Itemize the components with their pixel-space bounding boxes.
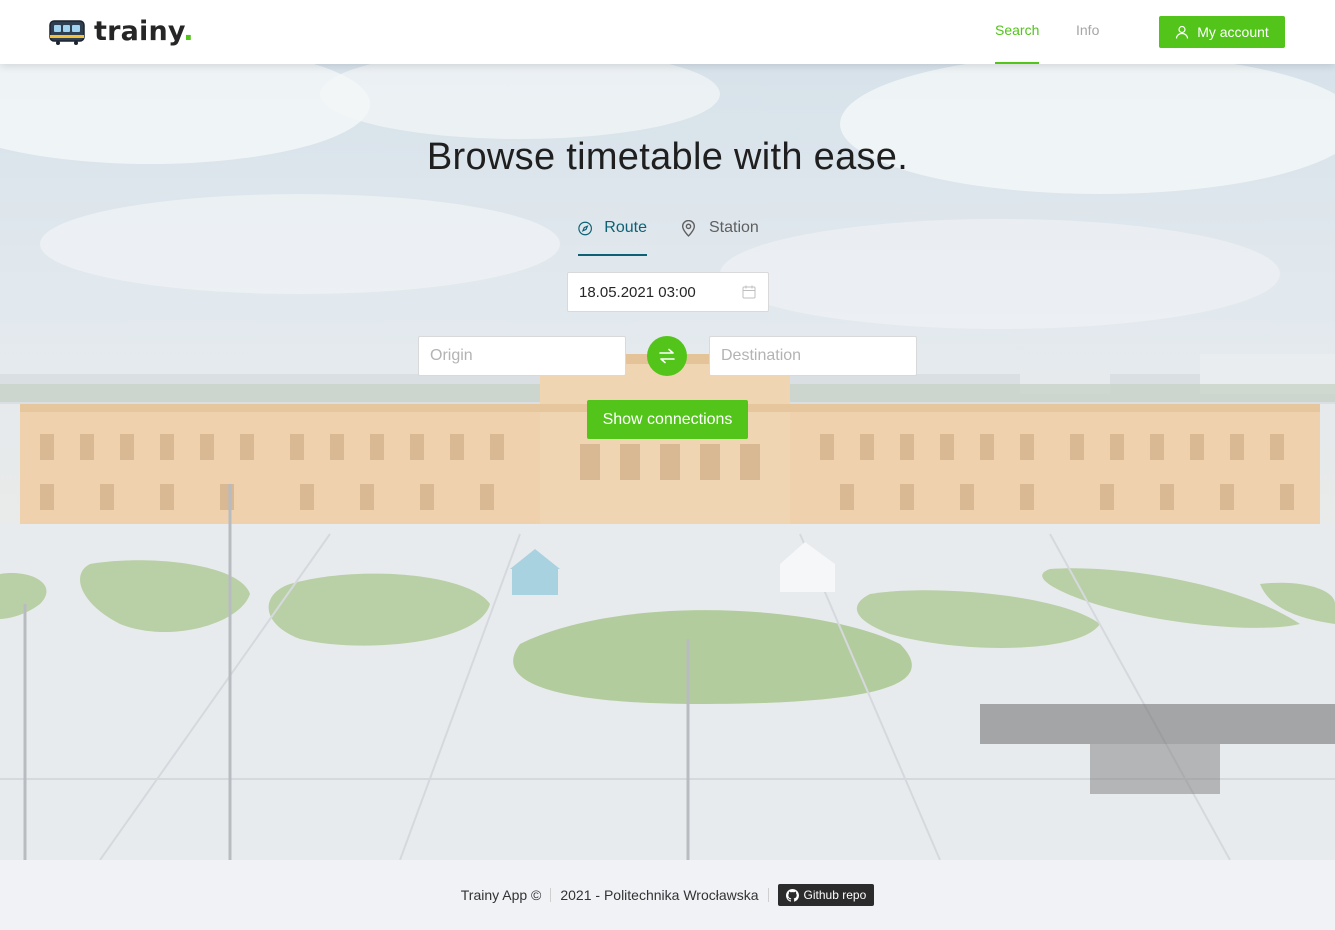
footer-credit: 2021 - Politechnika Wrocławska (560, 887, 759, 903)
location-pin-icon (681, 220, 696, 237)
date-time-value: 18.05.2021 03:00 (579, 283, 696, 301)
brand-logo[interactable]: trainy. (49, 16, 194, 48)
brand-name: trainy. (94, 16, 194, 47)
my-account-label: My account (1197, 24, 1269, 40)
page-footer: Trainy App © 2021 - Politechnika Wrocław… (0, 860, 1335, 930)
github-repo-button[interactable]: Github repo (777, 884, 875, 906)
calendar-icon (742, 285, 756, 299)
date-time-picker[interactable]: 18.05.2021 03:00 (567, 272, 769, 312)
tab-station[interactable]: Station (680, 214, 759, 256)
search-mode-tabs: Route Station (0, 214, 1335, 256)
github-icon (785, 888, 799, 902)
footer-app-name: Trainy App © (460, 887, 542, 903)
user-icon (1176, 25, 1189, 39)
train-logo-icon (49, 20, 85, 45)
compass-icon (578, 221, 592, 236)
origin-input[interactable] (418, 336, 626, 376)
show-connections-button[interactable]: Show connections (587, 400, 748, 439)
destination-input[interactable] (709, 336, 917, 376)
page-title: Browse timetable with ease. (426, 136, 909, 178)
tab-route-label: Route (604, 219, 647, 236)
footer-divider (550, 888, 552, 902)
footer-divider (767, 888, 769, 902)
hero-section: Browse timetable with ease. Route Statio… (0, 64, 1335, 860)
swap-icon (659, 348, 675, 364)
station-background-image (0, 64, 1335, 860)
tab-station-label: Station (709, 219, 759, 236)
my-account-button[interactable]: My account (1159, 16, 1285, 48)
nav-search[interactable]: Search (995, 22, 1040, 64)
github-repo-label: Github repo (803, 888, 867, 902)
tab-route[interactable]: Route (578, 214, 647, 256)
swap-stations-button[interactable] (647, 336, 687, 376)
nav-info[interactable]: Info (1076, 22, 1099, 64)
top-header: trainy. Search Info My account (0, 0, 1335, 64)
